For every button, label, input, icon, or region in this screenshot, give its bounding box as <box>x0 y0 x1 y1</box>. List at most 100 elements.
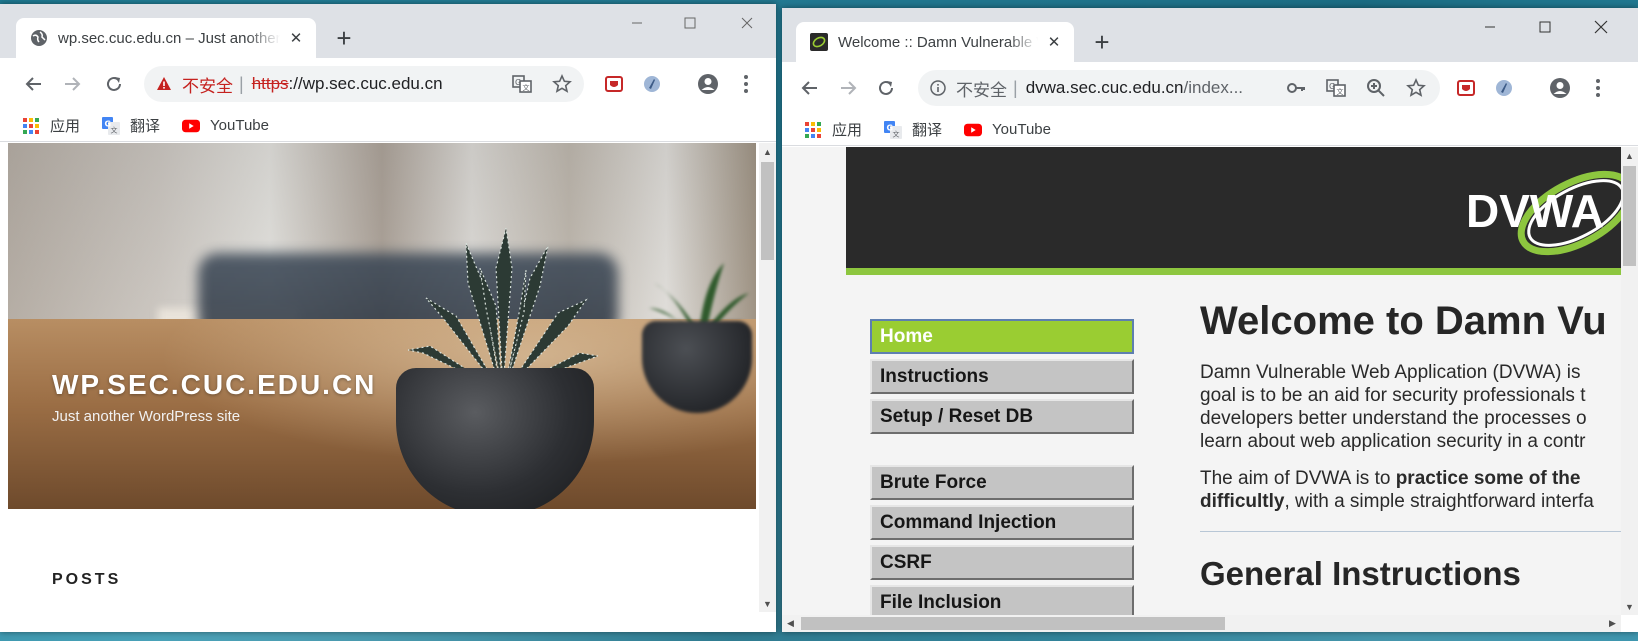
browser-toolbar: 不安全 | https://wp.sec.cuc.edu.cn G文 <box>0 58 776 110</box>
scrollbar-thumb[interactable] <box>1623 166 1636 266</box>
bookmark-apps[interactable]: 应用 <box>804 119 862 140</box>
vertical-scrollbar[interactable]: ▲ ▼ <box>759 143 776 612</box>
scrollbar-thumb[interactable] <box>801 617 1225 630</box>
close-window-button[interactable] <box>1578 8 1624 46</box>
close-icon <box>1594 20 1608 34</box>
tab-strip: Welcome :: Damn Vulnerable Web Applicati… <box>782 8 1638 62</box>
back-arrow-icon <box>25 77 41 91</box>
browser-window-wordpress: wp.sec.cuc.edu.cn – Just another WordPre… <box>0 4 776 632</box>
password-key-button[interactable] <box>1280 72 1312 104</box>
forward-arrow-icon <box>65 77 81 91</box>
close-tab-icon[interactable]: ✕ <box>286 28 306 48</box>
extension-button-2[interactable] <box>636 68 668 100</box>
intro-line-4: learn about web application security in … <box>1200 431 1586 452</box>
back-arrow-icon <box>801 81 817 95</box>
intro-line-2: goal is to be an aid for security profes… <box>1200 385 1586 406</box>
svg-text:G: G <box>1329 82 1335 91</box>
bookmark-translate[interactable]: G文 翻译 <box>102 115 160 136</box>
google-translate-icon: G文 <box>884 120 903 139</box>
menu-button[interactable] <box>730 68 762 100</box>
minimize-button[interactable] <box>1467 8 1513 46</box>
bookmarks-bar: 应用 G文 翻译 YouTube <box>782 114 1638 146</box>
aim-line-1: The aim of DVWA is to practice some of t… <box>1200 467 1580 490</box>
forward-button[interactable] <box>56 68 88 100</box>
translate-button[interactable]: G文 <box>1320 72 1352 104</box>
menu-setup-reset-db[interactable]: Setup / Reset DB <box>870 399 1134 434</box>
reload-button[interactable] <box>98 68 130 100</box>
page-title: Welcome to Damn Vu <box>1200 299 1607 343</box>
aim-suffix: , with a simple straightforward interfa <box>1284 491 1594 512</box>
profile-button[interactable] <box>1544 72 1576 104</box>
dvwa-logo: DVWA <box>1466 170 1634 256</box>
posts-heading: POSTS <box>52 571 122 588</box>
close-window-button[interactable] <box>724 4 770 42</box>
new-tab-button[interactable]: + <box>1088 27 1116 57</box>
url-separator: | <box>1013 77 1018 98</box>
maximize-icon <box>1539 21 1551 33</box>
profile-button[interactable] <box>692 68 724 100</box>
forward-arrow-icon <box>841 81 857 95</box>
translate-icon: G文 <box>512 75 532 93</box>
menu-button[interactable] <box>1582 72 1614 104</box>
star-icon <box>552 74 572 93</box>
svg-text:文: 文 <box>893 129 900 138</box>
scroll-down-arrow-icon[interactable]: ▼ <box>759 595 776 612</box>
page-viewport: WP.SEC.CUC.EDU.CN Just another WordPress… <box>0 143 776 632</box>
vertical-scrollbar[interactable]: ▲ ▼ <box>1621 147 1638 615</box>
tab-dvwa[interactable]: Welcome :: Damn Vulnerable Web Applicati… <box>796 22 1074 62</box>
zoom-button[interactable] <box>1360 72 1392 104</box>
tab-strip: wp.sec.cuc.edu.cn – Just another WordPre… <box>0 4 776 58</box>
extension-button-1[interactable] <box>598 68 630 100</box>
menu-csrf[interactable]: CSRF <box>870 545 1134 580</box>
header-image: WP.SEC.CUC.EDU.CN Just another WordPress… <box>8 143 756 509</box>
menu-home[interactable]: Home <box>870 319 1134 354</box>
svg-text:文: 文 <box>1337 87 1344 96</box>
bookmark-youtube[interactable]: YouTube <box>964 121 1051 139</box>
reload-icon <box>107 76 121 91</box>
menu-command-injection[interactable]: Command Injection <box>870 505 1134 540</box>
menu-instructions[interactable]: Instructions <box>870 359 1134 394</box>
youtube-icon <box>964 121 983 139</box>
menu-brute-force[interactable]: Brute Force <box>870 465 1134 500</box>
maximize-button[interactable] <box>667 4 713 42</box>
dvwa-favicon-icon <box>810 33 828 51</box>
bookmark-translate[interactable]: G文 翻译 <box>884 119 942 140</box>
extension-button-2[interactable] <box>1488 72 1520 104</box>
reload-button[interactable] <box>870 72 902 104</box>
browser-toolbar: 不安全 | dvwa.sec.cuc.edu.cn/index... G文 <box>782 62 1638 114</box>
bookmark-star-button[interactable] <box>1400 72 1432 104</box>
forward-button[interactable] <box>832 72 864 104</box>
bookmark-star-button[interactable] <box>546 68 578 100</box>
tab-title: wp.sec.cuc.edu.cn – Just another WordPre… <box>58 29 280 47</box>
new-tab-button[interactable]: + <box>330 23 358 53</box>
back-button[interactable] <box>794 72 826 104</box>
close-tab-icon[interactable]: ✕ <box>1044 32 1064 52</box>
scroll-down-arrow-icon[interactable]: ▼ <box>1621 598 1638 615</box>
bookmark-label: YouTube <box>210 117 269 134</box>
scroll-up-arrow-icon[interactable]: ▲ <box>1621 147 1638 164</box>
scroll-right-arrow-icon[interactable]: ▶ <box>1604 615 1621 632</box>
minimize-button[interactable] <box>614 4 660 42</box>
extension-button-1[interactable] <box>1450 72 1482 104</box>
site-title[interactable]: WP.SEC.CUC.EDU.CN <box>52 369 376 401</box>
dvwa-header: DVWA <box>846 147 1634 275</box>
aim-line-2: difficultly, with a simple straightforwa… <box>1200 490 1594 513</box>
tab-wordpress[interactable]: wp.sec.cuc.edu.cn – Just another WordPre… <box>16 18 316 58</box>
minimize-icon <box>1485 26 1495 28</box>
translate-button[interactable]: G文 <box>506 68 538 100</box>
scrollbar-thumb[interactable] <box>761 162 774 260</box>
horizontal-scrollbar[interactable]: ◀ ▶ <box>782 615 1621 632</box>
close-icon <box>741 17 753 29</box>
intro-line-1: Damn Vulnerable Web Application (DVWA) i… <box>1200 362 1581 383</box>
scroll-left-arrow-icon[interactable]: ◀ <box>782 615 799 632</box>
url-path: /index... <box>1183 78 1244 97</box>
apps-grid-icon <box>22 117 40 135</box>
translate-icon: G文 <box>1326 79 1346 97</box>
bookmark-youtube[interactable]: YouTube <box>182 117 269 135</box>
maximize-button[interactable] <box>1522 8 1568 46</box>
bookmark-apps[interactable]: 应用 <box>22 115 80 136</box>
bookmark-label: 翻译 <box>130 118 161 135</box>
reload-icon <box>879 80 893 95</box>
scroll-up-arrow-icon[interactable]: ▲ <box>759 143 776 160</box>
back-button[interactable] <box>18 68 50 100</box>
